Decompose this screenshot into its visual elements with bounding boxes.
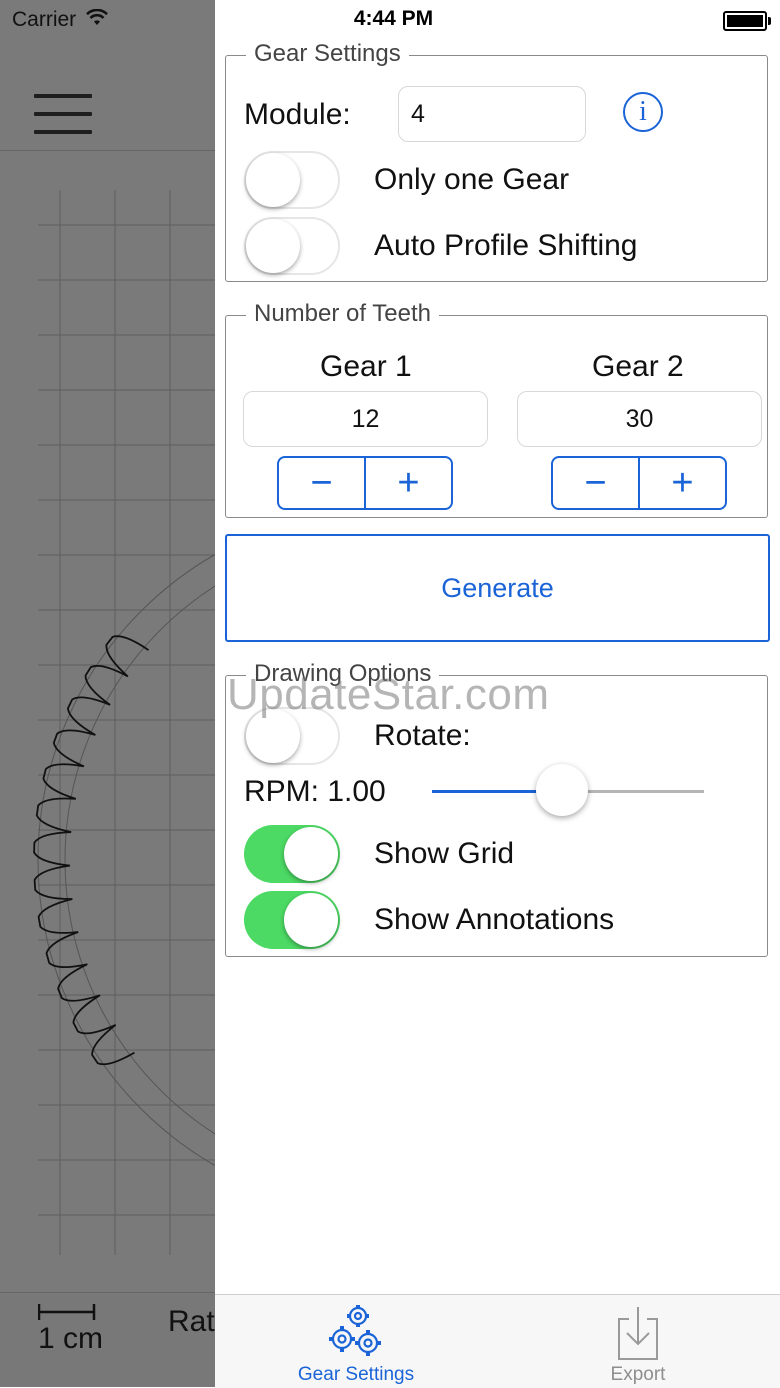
gear1-label: Gear 1 — [320, 350, 412, 383]
gear2-decrement-button[interactable]: − — [553, 458, 640, 508]
auto-profile-toggle[interactable] — [244, 217, 340, 275]
ratio-label: Rat — [168, 1305, 215, 1338]
gear2-stepper: − + — [551, 456, 727, 510]
scale-label: 1 cm — [38, 1322, 104, 1355]
rpm-slider-thumb[interactable] — [536, 764, 588, 816]
module-label: Module: — [244, 98, 351, 131]
show-grid-label: Show Grid — [374, 837, 515, 870]
status-time: 4:44 PM — [353, 7, 434, 30]
rotate-label: Rotate: — [374, 719, 471, 752]
gears-icon — [329, 1305, 381, 1356]
only-one-gear-label: Only one Gear — [374, 163, 570, 196]
status-carrier: Carrier — [12, 8, 109, 32]
module-input[interactable]: 4 — [398, 86, 586, 142]
teeth-legend: Number of Teeth — [246, 300, 439, 328]
carrier-label: Carrier — [12, 8, 77, 31]
settings-panel: 4:44 PM Gear Settings Module: 4 Only one… — [215, 0, 780, 1388]
export-icon — [618, 1307, 658, 1360]
gear2-teeth-input[interactable]: 30 — [517, 391, 762, 447]
auto-profile-label: Auto Profile Shifting — [374, 229, 638, 262]
only-one-gear-toggle[interactable] — [244, 151, 340, 209]
gear1-decrement-button[interactable]: − — [279, 458, 366, 508]
gear1-teeth-input[interactable]: 12 — [243, 391, 488, 447]
tab-export-label: Export — [610, 1364, 666, 1385]
tab-bar: Gear Settings Export — [215, 1294, 780, 1388]
gear1-stepper: − + — [277, 456, 453, 510]
show-grid-toggle[interactable] — [244, 825, 340, 883]
gear-settings-group: Gear Settings Module: 4 Only one Gear Au… — [225, 40, 768, 282]
gear-drawing — [33, 190, 215, 1255]
generate-button[interactable]: Generate — [225, 534, 770, 642]
gear-teeth-outline — [33, 635, 150, 1066]
gear2-label: Gear 2 — [592, 350, 684, 383]
show-annotations-label: Show Annotations — [374, 903, 615, 936]
teeth-group: Number of Teeth Gear 1 Gear 2 12 30 − + … — [225, 300, 768, 518]
wifi-icon — [86, 8, 108, 25]
battery-icon — [723, 11, 771, 31]
menu-icon[interactable] — [34, 94, 92, 134]
tab-gear-settings-label: Gear Settings — [297, 1364, 415, 1385]
gear-settings-legend: Gear Settings — [246, 40, 409, 68]
gear1-increment-button[interactable]: + — [366, 458, 451, 508]
tab-gear-settings[interactable]: Gear Settings — [215, 1295, 497, 1388]
scale-bar-icon — [38, 1304, 96, 1320]
drawing-canvas: Carrier 1 cm Rat — [0, 0, 215, 1387]
info-icon[interactable]: i — [623, 92, 663, 132]
rpm-label: RPM: 1.00 — [244, 775, 386, 808]
gear2-increment-button[interactable]: + — [640, 458, 725, 508]
tab-export[interactable]: Export — [497, 1295, 779, 1388]
show-annotations-toggle[interactable] — [244, 891, 340, 949]
watermark: UpdateStar.com — [227, 670, 550, 719]
